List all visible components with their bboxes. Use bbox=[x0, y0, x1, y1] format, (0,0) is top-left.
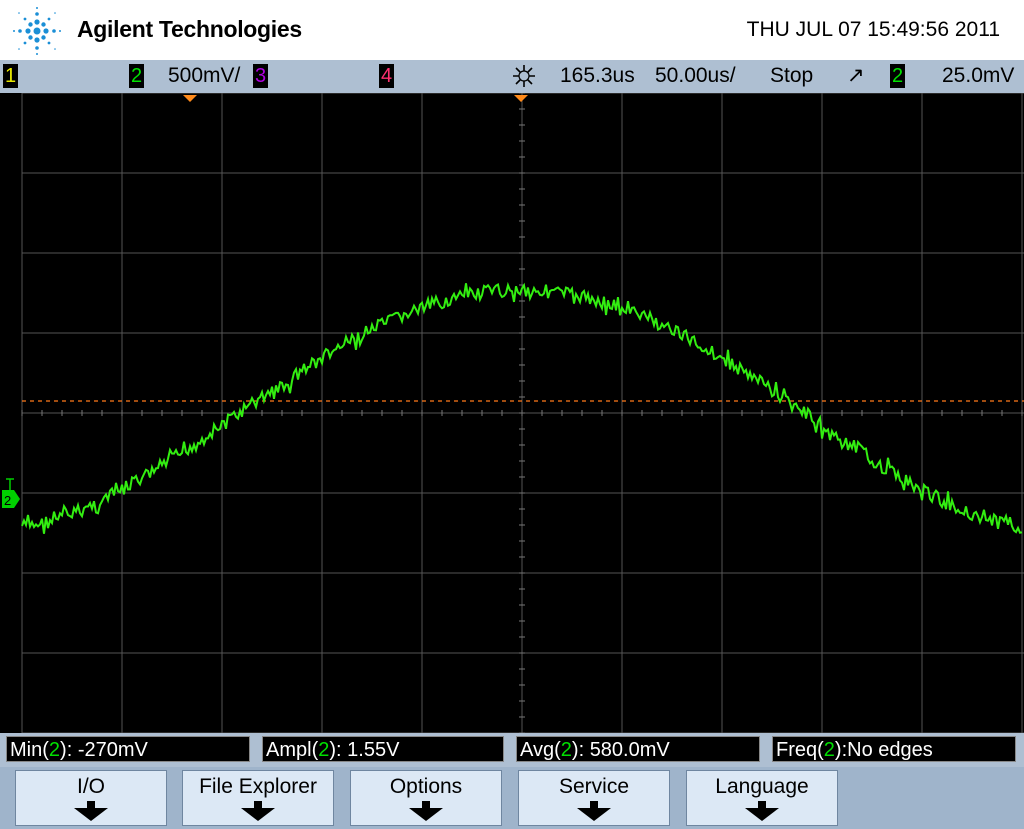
measurement-avg[interactable]: Avg(2): 580.0mV bbox=[516, 736, 760, 762]
measurement-min[interactable]: Min(2): -270mV bbox=[6, 736, 250, 762]
datetime: THU JUL 07 15:49:56 2011 bbox=[746, 18, 1000, 41]
trigger-channel: 2 bbox=[890, 64, 905, 88]
waveform-display[interactable]: 2 bbox=[0, 93, 1024, 733]
vertical-scale[interactable]: 500mV/ bbox=[168, 64, 240, 88]
measurement-ampl[interactable]: Ampl(2): 1.55V bbox=[262, 736, 504, 762]
agilent-logo-icon bbox=[13, 7, 61, 55]
horizontal-delay[interactable]: 165.3us bbox=[560, 64, 635, 88]
trigger-level[interactable]: 25.0mV bbox=[942, 64, 1014, 88]
arrow-down-icon bbox=[241, 801, 275, 821]
language-softkey[interactable]: Language bbox=[686, 770, 838, 826]
header: Agilent Technologies THU JUL 07 15:49:56… bbox=[0, 0, 1024, 60]
trigger-delay-marker-icon bbox=[514, 95, 528, 102]
waveform-graticule: 2 bbox=[2, 93, 1024, 733]
trigger-position-icon bbox=[513, 65, 535, 87]
file-explorer-softkey[interactable]: File Explorer bbox=[182, 770, 334, 826]
channel-3-indicator[interactable]: 3 bbox=[253, 64, 268, 88]
brand-name: Agilent Technologies bbox=[77, 16, 302, 42]
softkey-bar: I/O File Explorer Options Service Langua… bbox=[0, 767, 1024, 829]
channel-2-indicator[interactable]: 2 bbox=[129, 64, 144, 88]
arrow-down-icon bbox=[745, 801, 779, 821]
channel-1-indicator[interactable]: 1 bbox=[3, 64, 18, 88]
trigger-slope-icon: ↗ bbox=[847, 64, 865, 87]
arrow-down-icon bbox=[577, 801, 611, 821]
ground-marker-label: 2 bbox=[4, 493, 11, 508]
service-softkey[interactable]: Service bbox=[518, 770, 670, 826]
io-softkey[interactable]: I/O bbox=[15, 770, 167, 826]
measurement-bar: Min(2): -270mV Ampl(2): 1.55V Avg(2): 58… bbox=[0, 733, 1024, 767]
timebase[interactable]: 50.00us/ bbox=[655, 64, 736, 88]
arrow-down-icon bbox=[74, 801, 108, 821]
measurement-freq[interactable]: Freq(2):No edges bbox=[772, 736, 1016, 762]
horizontal-scale-marker-icon bbox=[183, 95, 197, 102]
run-state: Stop bbox=[770, 64, 814, 87]
arrow-down-icon bbox=[409, 801, 443, 821]
channel-4-indicator[interactable]: 4 bbox=[379, 64, 394, 88]
options-softkey[interactable]: Options bbox=[350, 770, 502, 826]
